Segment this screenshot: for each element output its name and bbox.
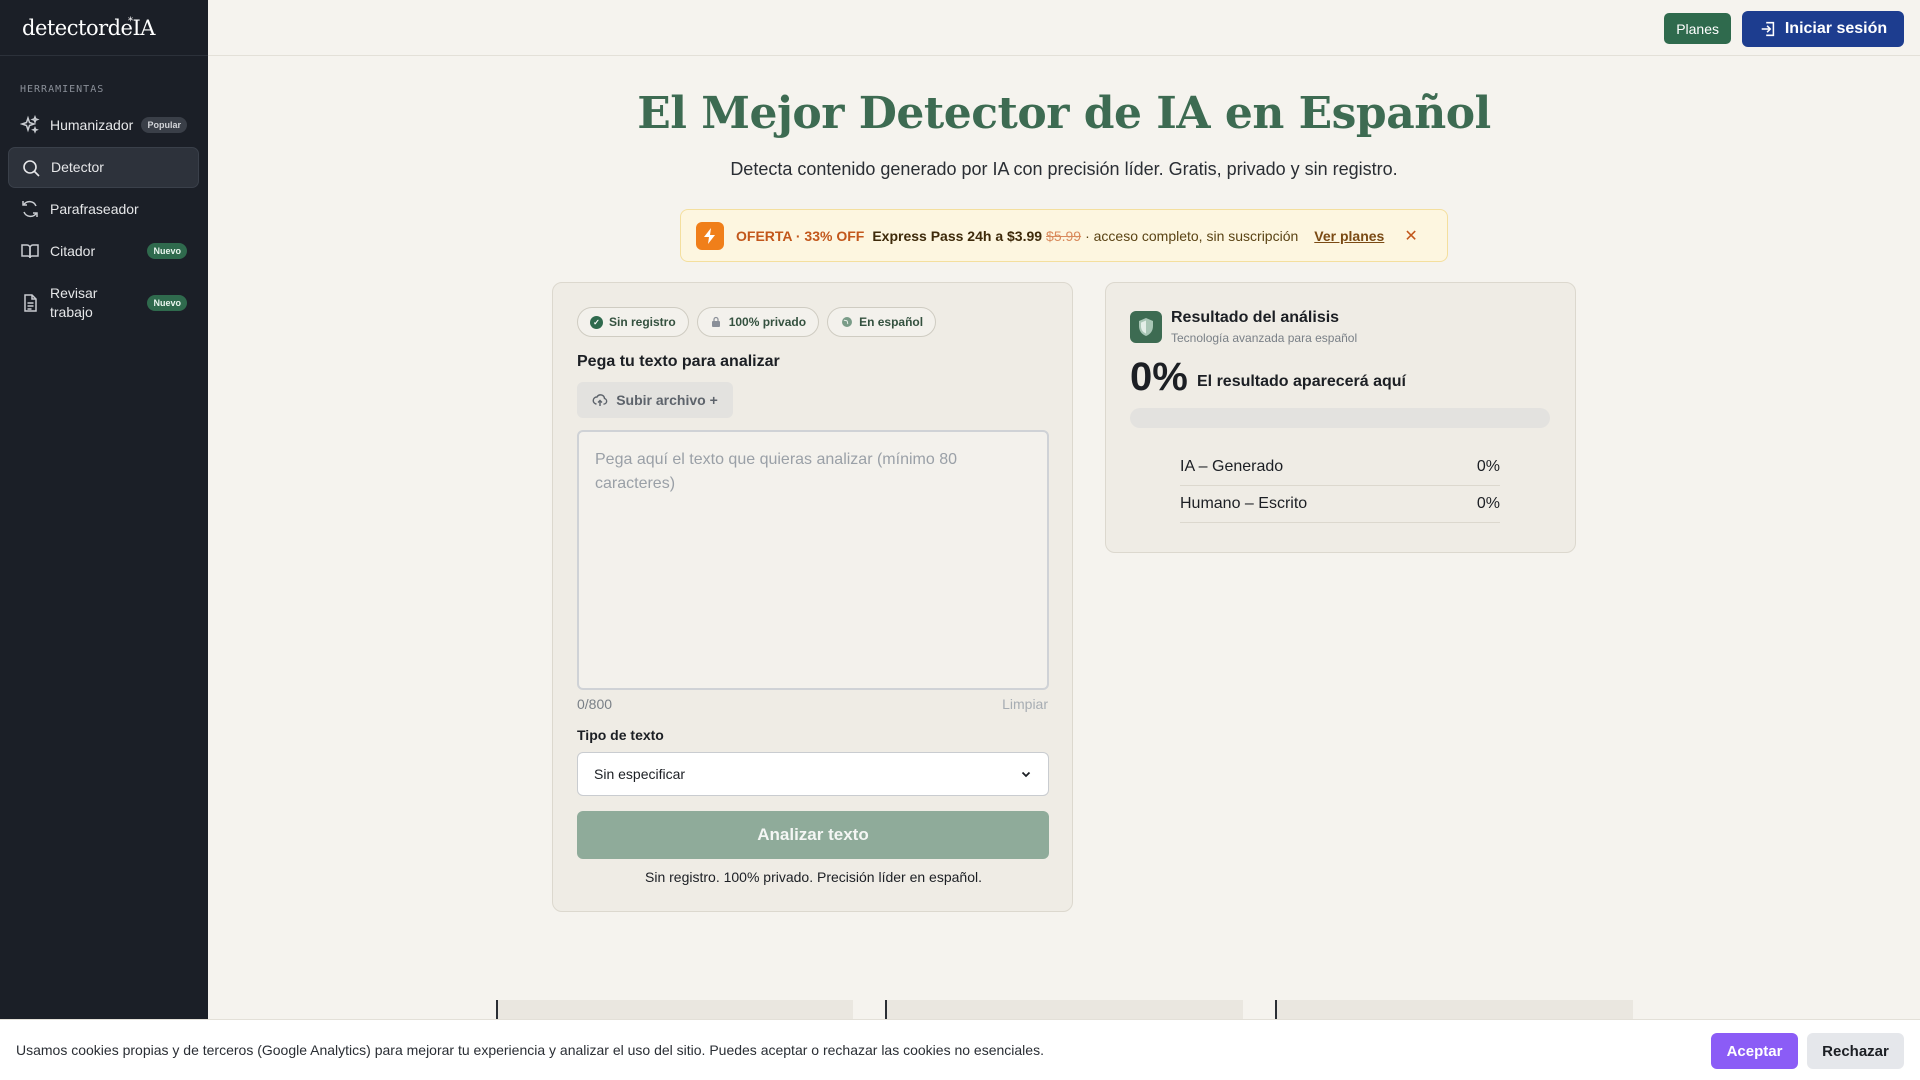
sidebar-item-citador[interactable]: Citador Nuevo [8,234,199,268]
pill-label: 100% privado [728,315,807,329]
result-row-ia: IA – Generado 0% [1180,449,1500,486]
text-type-select[interactable]: Sin especificar [577,752,1049,796]
result-message: El resultado aparecerá aquí [1197,373,1406,390]
result-progress-bar [1130,408,1550,428]
upload-file-button[interactable]: Subir archivo + [577,382,733,418]
offer-tag: OFERTA · 33% OFF [736,227,865,244]
cookie-text: Usamos cookies propias y de terceros (Go… [16,1042,1044,1058]
close-icon[interactable]: ✕ [1404,226,1417,246]
input-card: ✓ Sin registro 100% privado En español P… [552,282,1073,912]
offer-old-price: $5.99 [1046,227,1082,244]
nuevo-badge: Nuevo [147,295,187,311]
upload-label: Subir archivo + [616,392,718,408]
text-input[interactable] [577,430,1049,690]
reject-cookies-button[interactable]: Rechazar [1807,1033,1904,1069]
lock-icon [710,316,723,329]
login-label: Iniciar sesión [1784,20,1888,37]
sidebar-item-label: Humanizador [50,116,134,133]
pill-espanol: En español [827,307,937,337]
book-icon [21,244,39,259]
sidebar-item-label: Parafraseador [50,200,139,217]
pill-label: Sin registro [609,315,676,329]
offer-express: Express Pass 24h a $3.99 [872,227,1043,244]
page-subtitle: Detecta contenido generado por IA con pr… [730,159,1398,179]
sidebar-item-label: Revisar trabajo [50,285,98,320]
sidebar: detectordeIA * HERRAMIENTAS Humanizador … [0,0,208,1080]
search-icon [23,159,40,177]
cookie-banner: Usamos cookies propias y de terceros (Go… [0,1019,1920,1080]
refresh-icon [22,200,38,218]
check-circle-icon: ✓ [590,315,603,329]
sidebar-item-label: Citador [50,242,96,259]
result-row-label: Humano – Escrito [1180,495,1308,512]
sidebar-item-label: Detector [51,159,104,175]
result-row-label: IA – Generado [1180,458,1284,475]
footnote: Sin registro. 100% privado. Precisión lí… [645,869,982,885]
shield-icon [1130,311,1162,343]
sidebar-item-humanizador[interactable]: Humanizador Popular [8,108,199,142]
logo[interactable]: detectordeIA * [0,0,208,56]
document-icon [24,294,37,312]
chevron-down-icon [1021,771,1031,778]
popular-badge: Popular [141,117,187,133]
result-percent: 0% [1130,355,1188,399]
sidebar-item-revisar-trabajo[interactable]: Revisar trabajo Nuevo [8,282,199,324]
nuevo-badge: Nuevo [147,243,187,259]
offer-rest: · acceso completo, sin suscripción [1085,227,1299,244]
paste-label: Pega tu texto para analizar [577,353,780,370]
feature-pills: ✓ Sin registro 100% privado En español [577,307,937,337]
sidebar-item-parafraseador[interactable]: Parafraseador [8,192,199,226]
accept-cookies-button[interactable]: Aceptar [1711,1033,1798,1069]
text-type-label: Tipo de texto [577,727,664,743]
char-count: 0/800 [577,696,613,712]
result-row-humano: Humano – Escrito 0% [1180,486,1500,523]
top-bar: Planes Iniciar sesión [208,0,1920,56]
page-title: El Mejor Detector de IA en Español [637,88,1491,139]
sidebar-section-label: HERRAMIENTAS [20,84,105,95]
bolt-icon [696,221,724,250]
result-card: Resultado del análisis Tecnología avanza… [1105,282,1576,553]
login-icon [1761,21,1775,37]
pill-label: En español [859,315,924,329]
logo-text: detectordeIA [22,15,155,40]
planes-button[interactable]: Planes [1664,13,1731,44]
ver-planes-link[interactable]: Ver planes [1314,228,1384,244]
sparkles-icon [20,115,40,134]
result-title: Resultado del análisis [1171,309,1340,326]
analyze-button[interactable]: Analizar texto [577,811,1049,859]
pill-privado: 100% privado [696,307,820,337]
result-subtitle: Tecnología avanzada para español [1171,331,1358,345]
result-row-value: 0% [1476,458,1500,475]
upload-cloud-icon [592,394,608,406]
offer-banner: OFERTA · 33% OFF Express Pass 24h a $3.9… [680,209,1448,262]
logo-star-icon: * [128,16,133,27]
text-type-value: Sin especificar [594,766,686,782]
sidebar-item-detector[interactable]: Detector [8,147,199,188]
globe-icon [840,316,853,329]
result-row-value: 0% [1476,495,1500,512]
pill-sin-registro: ✓ Sin registro [577,307,689,337]
clear-button[interactable]: Limpiar [1002,696,1048,712]
login-button[interactable]: Iniciar sesión [1742,11,1904,47]
